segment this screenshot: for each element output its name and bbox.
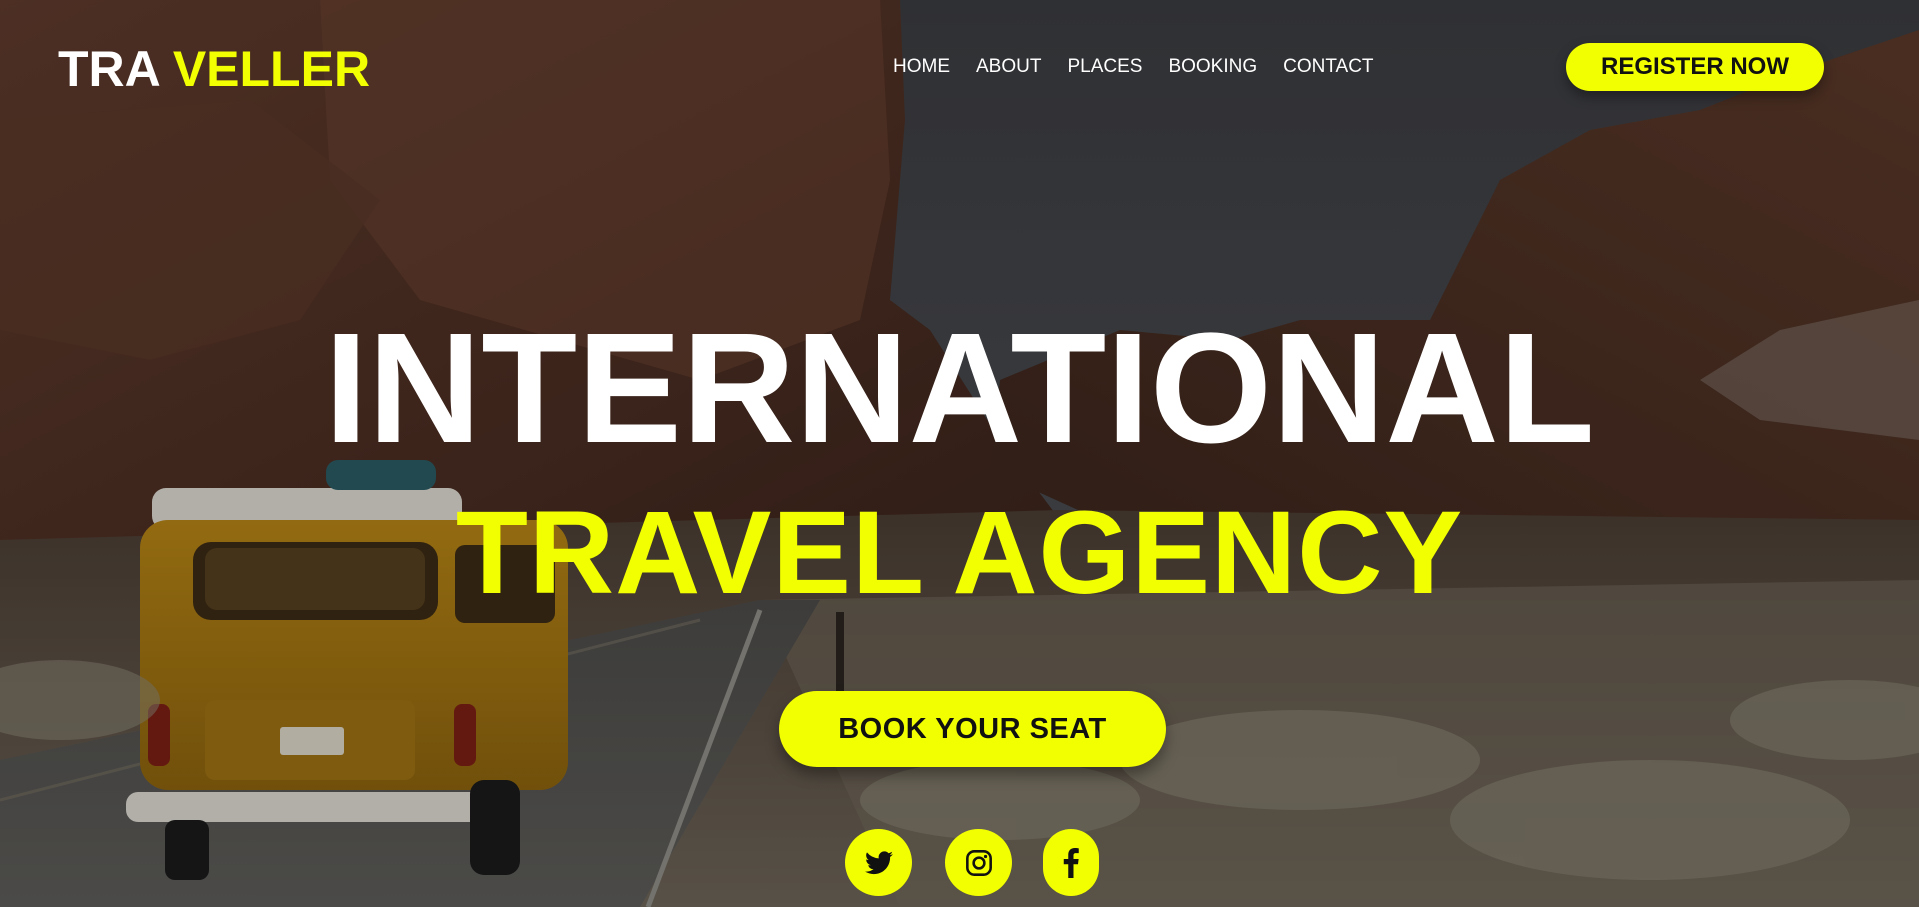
hero-title-line1: INTERNATIONAL bbox=[324, 301, 1595, 476]
instagram-link[interactable] bbox=[945, 829, 1012, 896]
nav-item-about[interactable]: ABOUT bbox=[976, 56, 1041, 78]
nav-item-home[interactable]: HOME bbox=[893, 56, 950, 78]
twitter-icon bbox=[864, 850, 893, 874]
nav-item-booking[interactable]: BOOKING bbox=[1168, 56, 1257, 78]
nav-item-contact[interactable]: CONTACT bbox=[1283, 56, 1373, 78]
facebook-link[interactable] bbox=[1043, 829, 1099, 896]
main-nav: HOME ABOUT PLACES BOOKING CONTACT bbox=[893, 56, 1400, 78]
twitter-link[interactable] bbox=[845, 829, 912, 896]
instagram-icon bbox=[965, 849, 992, 876]
hero-section: TRA VELLER HOME ABOUT PLACES BOOKING CON… bbox=[0, 0, 1919, 907]
hero-title-line2: TRAVEL AGENCY bbox=[455, 487, 1464, 619]
logo-text-part2: VELLER bbox=[172, 41, 371, 97]
register-now-button[interactable]: REGISTER NOW bbox=[1566, 43, 1824, 91]
nav-item-places[interactable]: PLACES bbox=[1067, 56, 1142, 78]
book-your-seat-button[interactable]: BOOK YOUR SEAT bbox=[779, 691, 1166, 767]
facebook-icon bbox=[1063, 847, 1079, 878]
logo-text-part1: TRA bbox=[58, 41, 159, 97]
site-logo[interactable]: TRA VELLER bbox=[58, 40, 370, 98]
